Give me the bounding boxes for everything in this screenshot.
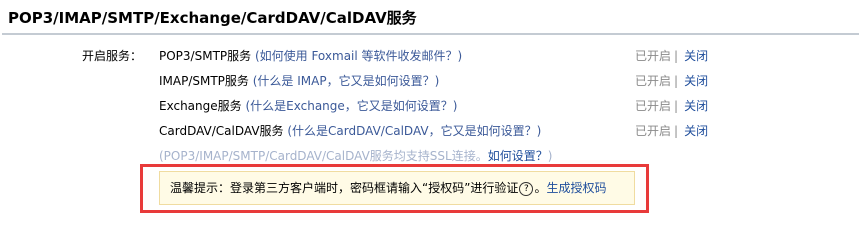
service-name: IMAP/SMTP服务 — [159, 74, 249, 88]
status-separator: | — [674, 99, 679, 113]
status-enabled-label: 已开启 — [635, 99, 672, 113]
paren-close: ) — [536, 124, 542, 138]
status-separator: | — [674, 49, 679, 63]
service-row-carddav: CardDAV/CalDAV服务 (什么是CardDAV/CalDAV，它又是如… — [159, 122, 541, 140]
status-enabled-label: 已开启 — [635, 49, 672, 63]
enable-services-label: 开启服务： — [82, 49, 143, 63]
service-name: CardDAV/CalDAV服务 — [159, 124, 284, 138]
tip-text: 温馨提示：登录第三方客户端时，密码框请输入“授权码”进行验证 — [170, 181, 519, 195]
paren-close: ) — [434, 74, 440, 88]
disable-link-pop3[interactable]: 关闭 — [684, 49, 708, 63]
help-link-carddav[interactable]: 什么是CardDAV/CalDAV，它又是如何设置？ — [292, 124, 537, 138]
paren-open: ( — [283, 124, 293, 138]
status-pop3: 已开启 | 关闭 — [635, 47, 708, 65]
question-icon[interactable]: ? — [519, 181, 534, 196]
header-divider — [2, 33, 859, 35]
status-enabled-label: 已开启 — [635, 124, 672, 138]
ssl-note-close: ) — [547, 149, 553, 163]
section-title: POP3/IMAP/SMTP/Exchange/CardDAV/CalDAV服务 — [8, 9, 417, 27]
paren-open: ( — [241, 99, 251, 113]
service-row-pop3: POP3/SMTP服务 (如何使用 Foxmail 等软件收发邮件？) — [159, 47, 462, 65]
help-link-pop3[interactable]: 如何使用 Foxmail 等软件收发邮件？ — [260, 49, 458, 63]
status-carddav: 已开启 | 关闭 — [635, 122, 708, 140]
paren-open: ( — [251, 49, 260, 63]
tip-dot: 。 — [534, 181, 547, 195]
service-name: Exchange服务 — [159, 99, 242, 113]
paren-close: ) — [457, 49, 463, 63]
disable-link-carddav[interactable]: 关闭 — [684, 124, 708, 138]
ssl-note-text: (POP3/IMAP/SMTP/CardDAV/CalDAV服务均支持SSL连接… — [159, 149, 488, 163]
ssl-setup-link[interactable]: 如何设置？ — [488, 149, 548, 163]
service-row-imap: IMAP/SMTP服务 (什么是 IMAP，它又是如何设置？) — [159, 72, 439, 90]
status-separator: | — [674, 74, 679, 88]
help-link-exchange[interactable]: 什么是Exchange，它又是如何设置？ — [250, 99, 453, 113]
service-name: POP3/SMTP服务 — [159, 49, 252, 63]
service-row-exchange: Exchange服务 (什么是Exchange，它又是如何设置？) — [159, 97, 457, 115]
status-exchange: 已开启 | 关闭 — [635, 97, 708, 115]
paren-close: ) — [452, 99, 458, 113]
generate-auth-code-link[interactable]: 生成授权码 — [546, 181, 606, 195]
ssl-note: (POP3/IMAP/SMTP/CardDAV/CalDAV服务均支持SSL连接… — [159, 147, 552, 164]
help-link-imap[interactable]: 什么是 IMAP，它又是如何设置？ — [257, 74, 434, 88]
disable-link-imap[interactable]: 关闭 — [684, 74, 708, 88]
status-imap: 已开启 | 关闭 — [635, 72, 708, 90]
status-separator: | — [674, 124, 679, 138]
status-enabled-label: 已开启 — [635, 74, 672, 88]
auth-code-tip: 温馨提示：登录第三方客户端时，密码框请输入“授权码”进行验证? 。生成授权码 — [159, 171, 635, 205]
section-header: POP3/IMAP/SMTP/Exchange/CardDAV/CalDAV服务 — [0, 0, 859, 36]
disable-link-exchange[interactable]: 关闭 — [684, 99, 708, 113]
